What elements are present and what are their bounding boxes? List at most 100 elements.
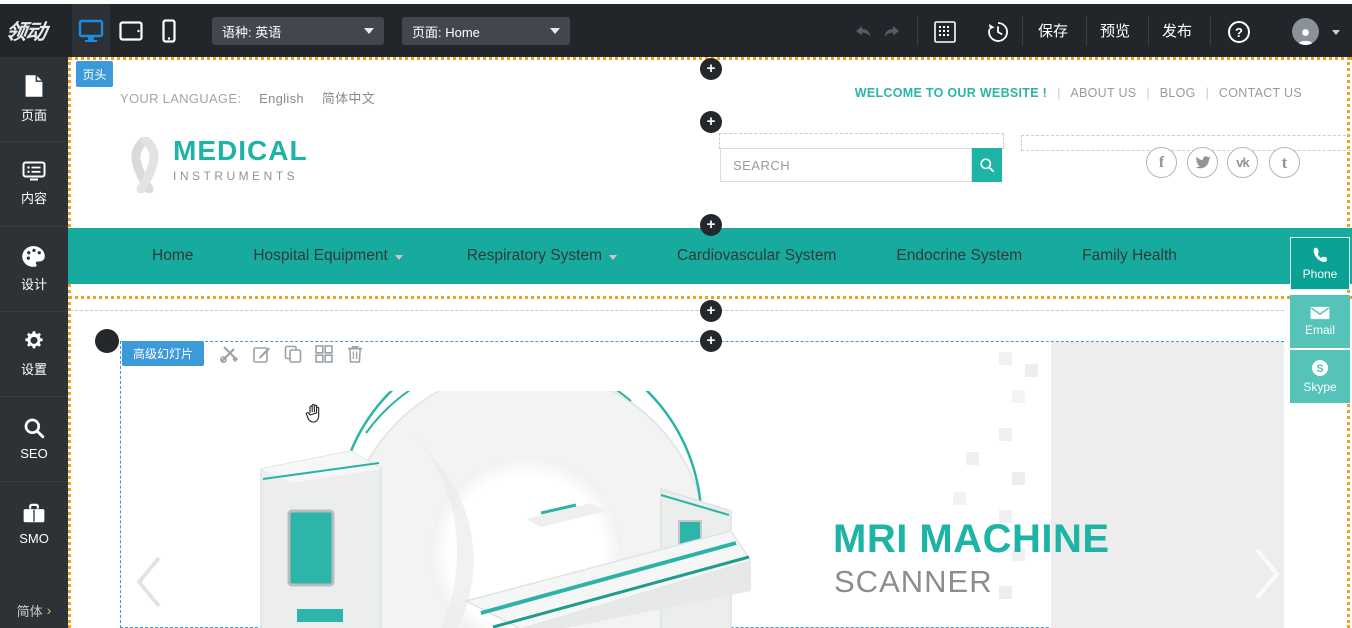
utility-nav: WELCOME TO OUR WEBSITE ! | ABOUT US | BL… — [855, 86, 1302, 100]
undo-icon — [852, 23, 874, 41]
device-tablet-tab[interactable] — [112, 4, 150, 57]
language-bar-label: YOUR LANGUAGE: — [120, 91, 241, 106]
tablet-icon — [119, 21, 143, 41]
nav-item-hospital-equipment[interactable]: Hospital Equipment — [253, 247, 402, 265]
device-desktop-tab[interactable] — [72, 4, 110, 57]
publish-button[interactable]: 发布 — [1162, 4, 1192, 57]
design-palette-icon — [22, 245, 46, 267]
mobile-icon — [162, 19, 176, 43]
module-copy-button[interactable] — [283, 344, 303, 364]
logo-tagline: INSTRUMENTS — [173, 169, 308, 183]
nav-item-respiratory-system[interactable]: Respiratory System — [467, 247, 617, 265]
nav-item-cardiovascular-system[interactable]: Cardiovascular System — [677, 247, 836, 265]
nav-item-endocrine-system[interactable]: Endocrine System — [896, 247, 1022, 265]
about-us-link[interactable]: ABOUT US — [1070, 86, 1136, 100]
app-logo: 领动 — [4, 16, 68, 46]
help-button[interactable]: ? — [1228, 21, 1250, 43]
header-module-tag[interactable]: 页头 — [76, 61, 113, 87]
language-option-english[interactable]: English — [259, 91, 304, 106]
skype-widget[interactable]: S Skype — [1290, 350, 1350, 403]
search-input[interactable] — [720, 148, 972, 182]
nav-item-family-health[interactable]: Family Health — [1082, 247, 1177, 265]
chevron-down-icon — [364, 28, 374, 34]
slide-title: MRI MACHINE — [833, 517, 1110, 562]
svg-text:S: S — [1316, 363, 1323, 375]
email-widget[interactable]: Email — [1290, 295, 1350, 348]
site-logo[interactable]: MEDICAL INSTRUMENTS — [125, 137, 308, 193]
slide-background — [1051, 342, 1284, 628]
add-section-button[interactable] — [700, 214, 722, 236]
add-section-button[interactable] — [700, 58, 722, 80]
facebook-icon[interactable]: f — [1146, 147, 1177, 178]
vk-icon[interactable]: vk — [1227, 147, 1258, 178]
add-section-button[interactable] — [700, 111, 722, 133]
editor-toolbar: 领动 语种: 英语 页面: Home — [0, 4, 1352, 57]
module-hover-outline — [719, 133, 1004, 149]
trash-icon — [346, 345, 364, 363]
redo-button[interactable] — [880, 20, 904, 44]
tumblr-icon[interactable]: t — [1269, 147, 1300, 178]
save-button[interactable]: 保存 — [1038, 4, 1068, 57]
module-drag-handle[interactable] — [95, 329, 119, 353]
avatar-chevron-down-icon[interactable] — [1332, 30, 1340, 35]
phone-icon — [1311, 246, 1329, 264]
toolbar-divider — [1086, 16, 1087, 46]
guide-line — [68, 296, 1352, 299]
twitter-icon[interactable] — [1187, 147, 1218, 178]
gear-icon — [23, 330, 45, 352]
sidebar-item-seo[interactable]: SEO — [0, 397, 68, 482]
mri-machine-image — [231, 391, 751, 628]
preview-button[interactable]: 预览 — [1100, 4, 1130, 57]
sidebar-item-design[interactable]: 设计 — [0, 227, 68, 312]
toolbar-divider — [1210, 16, 1211, 46]
ribbon-icon — [125, 137, 165, 193]
device-mobile-tab[interactable] — [150, 4, 188, 57]
phone-widget[interactable]: Phone — [1290, 237, 1350, 290]
site-language-bar: YOUR LANGUAGE: English 简体中文 — [120, 88, 375, 107]
copy-icon — [284, 345, 302, 363]
module-edit-button[interactable] — [252, 344, 272, 364]
carousel-next-arrow[interactable] — [1253, 546, 1283, 602]
module-boundary-line — [70, 310, 1284, 311]
language-option-chinese[interactable]: 简体中文 — [322, 91, 375, 106]
guide-line — [68, 57, 71, 628]
history-button[interactable] — [986, 20, 1010, 44]
add-section-button[interactable] — [700, 330, 722, 352]
grid-button[interactable] — [933, 20, 957, 44]
logo-title: MEDICAL — [173, 137, 308, 165]
sidebar-item-pages[interactable]: 页面 — [0, 57, 68, 142]
layout-grid-icon — [315, 345, 333, 363]
blog-link[interactable]: BLOG — [1160, 86, 1196, 100]
slider-module-tag[interactable]: 高级幻灯片 — [122, 341, 204, 366]
nav-item-home[interactable]: Home — [152, 247, 193, 265]
avatar[interactable] — [1292, 18, 1319, 45]
sidebar-item-content[interactable]: 内容 — [0, 142, 68, 227]
page-canvas: 页头 YOUR LANGUAGE: English 简体中文 WELCOME T… — [68, 57, 1352, 628]
module-layout-button[interactable] — [314, 344, 334, 364]
sidebar-item-settings[interactable]: 设置 — [0, 312, 68, 397]
content-icon — [22, 161, 46, 181]
sidebar-language-switcher[interactable]: 简体 › — [0, 598, 68, 622]
module-settings-button[interactable] — [219, 344, 239, 364]
desktop-icon — [78, 19, 104, 43]
slider-module[interactable]: MRI MACHINE SCANNER — [120, 341, 1284, 628]
chevron-down-icon — [395, 255, 403, 260]
slide-subtitle: SCANNER — [834, 564, 993, 600]
contact-us-link[interactable]: CONTACT US — [1219, 86, 1302, 100]
page-dropdown-value: 页面: Home — [412, 22, 480, 41]
language-dropdown[interactable]: 语种: 英语 — [212, 17, 384, 45]
search-button[interactable] — [972, 148, 1002, 182]
add-section-button[interactable] — [700, 300, 722, 322]
module-delete-button[interactable] — [345, 344, 365, 364]
sidebar-item-smo[interactable]: SMO — [0, 482, 68, 567]
user-icon — [1296, 26, 1315, 45]
undo-button[interactable] — [851, 20, 875, 44]
redo-icon — [881, 23, 903, 41]
carousel-prev-arrow[interactable] — [133, 554, 163, 610]
grid-icon — [934, 21, 956, 43]
briefcase-icon — [22, 503, 46, 524]
skype-icon: S — [1311, 359, 1329, 377]
chevron-down-icon — [609, 255, 617, 260]
page-dropdown[interactable]: 页面: Home — [402, 17, 570, 45]
tools-icon — [220, 345, 238, 363]
